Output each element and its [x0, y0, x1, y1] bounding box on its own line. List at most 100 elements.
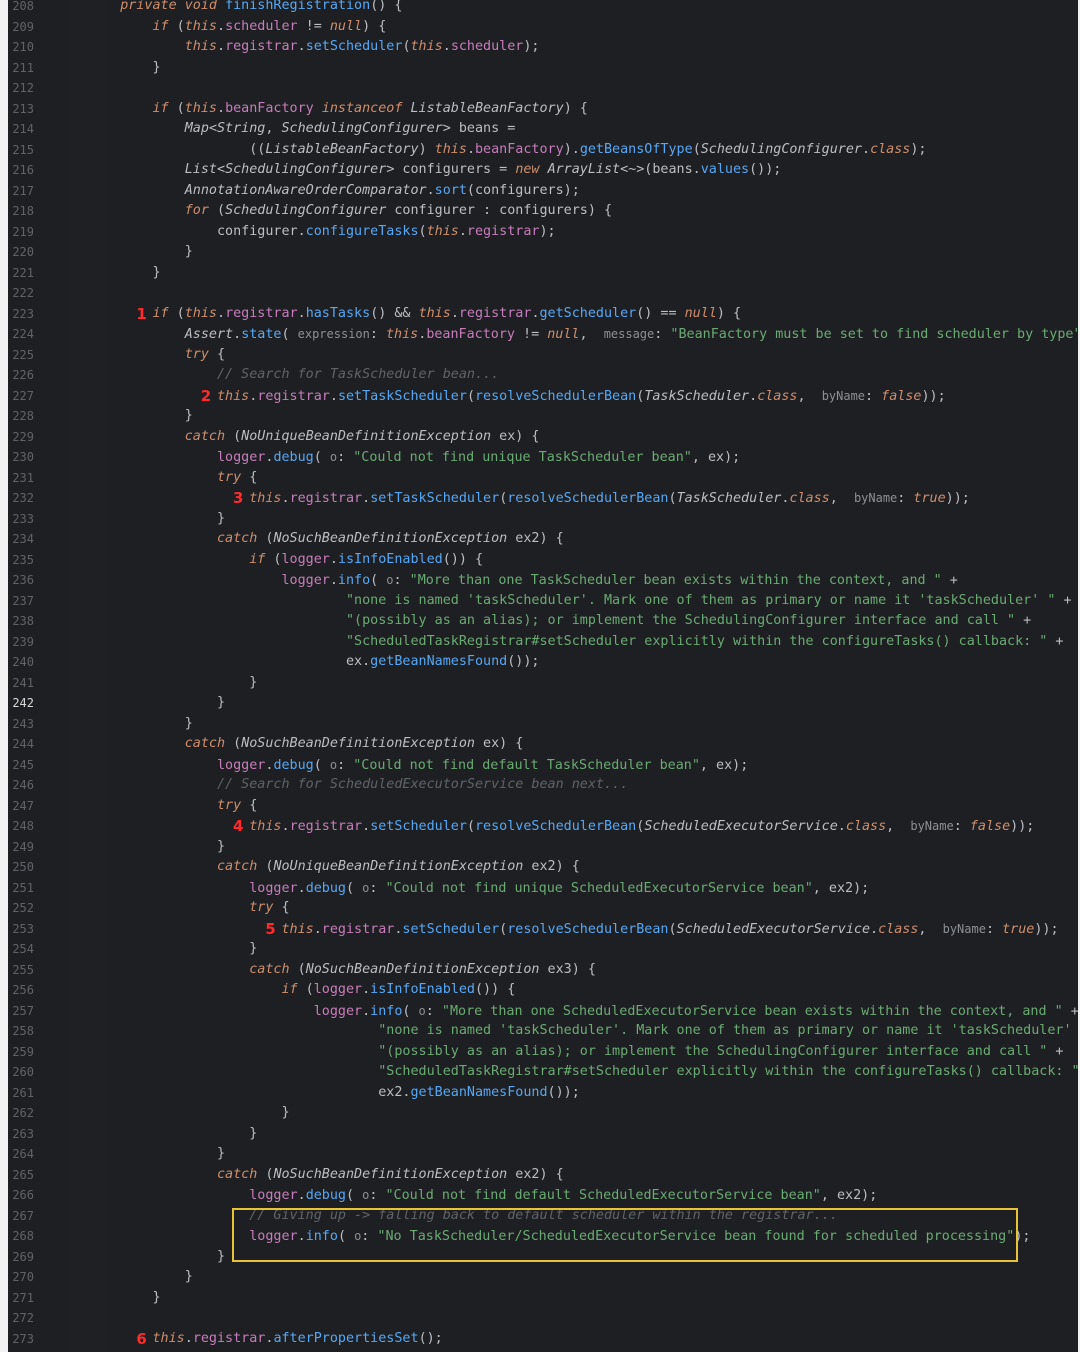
code-line[interactable]: 222 — [8, 283, 1078, 304]
code-line[interactable]: 233 } — [8, 509, 1078, 530]
code-text[interactable]: catch (NoSuchBeanDefinitionException ex2… — [88, 1165, 564, 1186]
code-text[interactable]: ex.getBeanNamesFound()); — [88, 652, 540, 673]
code-text[interactable]: catch (NoSuchBeanDefinitionException ex3… — [88, 960, 596, 981]
code-text[interactable]: List<SchedulingConfigurer> configurers =… — [88, 160, 782, 181]
code-line[interactable]: 219 configurer.configureTasks(this.regis… — [8, 222, 1078, 243]
code-line[interactable]: 240 ex.getBeanNamesFound()); — [8, 652, 1078, 673]
code-text[interactable]: } — [88, 406, 193, 427]
code-line[interactable]: 212 — [8, 78, 1078, 99]
code-text[interactable]: Map<String, SchedulingConfigurer> beans … — [88, 119, 516, 140]
code-text[interactable]: this.registrar.setScheduler(resolveSched… — [88, 919, 1058, 941]
code-line[interactable]: 263 } — [8, 1124, 1078, 1145]
code-line[interactable]: 253 this.registrar.setScheduler(resolveS… — [8, 919, 1078, 940]
code-line[interactable]: 213 if (this.beanFactory instanceof List… — [8, 99, 1078, 120]
code-text[interactable]: } — [88, 509, 225, 530]
code-line[interactable]: 236 logger.info( o: "More than one TaskS… — [8, 570, 1078, 591]
code-text[interactable]: } — [88, 1144, 225, 1165]
code-line[interactable]: 224 Assert.state( expression: this.beanF… — [8, 324, 1078, 345]
code-line[interactable]: 249 } — [8, 837, 1078, 858]
code-text[interactable]: catch (NoUniqueBeanDefinitionException e… — [88, 857, 580, 878]
code-text[interactable]: Assert.state( expression: this.beanFacto… — [88, 324, 1078, 346]
code-line[interactable]: 217 AnnotationAwareOrderComparator.sort(… — [8, 181, 1078, 202]
code-line[interactable]: 257 logger.info( o: "More than one Sched… — [8, 1001, 1078, 1022]
code-line[interactable]: 244 catch (NoSuchBeanDefinitionException… — [8, 734, 1078, 755]
code-line[interactable]: 220 } — [8, 242, 1078, 263]
code-text[interactable]: if (logger.isInfoEnabled()) { — [88, 550, 483, 571]
code-text[interactable]: catch (NoUniqueBeanDefinitionException e… — [88, 427, 540, 448]
code-line[interactable]: 270 } — [8, 1267, 1078, 1288]
code-text[interactable]: try { — [88, 468, 257, 489]
code-line[interactable]: 218 for (SchedulingConfigurer configurer… — [8, 201, 1078, 222]
code-text[interactable]: try { — [88, 345, 225, 366]
code-text[interactable]: } — [88, 242, 193, 263]
code-line[interactable]: 226 // Search for TaskScheduler bean... — [8, 365, 1078, 386]
code-text[interactable]: logger.info( o: "More than one Scheduled… — [88, 1001, 1078, 1023]
code-line[interactable]: 234 catch (NoSuchBeanDefinitionException… — [8, 529, 1078, 550]
code-text[interactable]: } — [88, 58, 160, 79]
code-line[interactable]: 266 logger.debug( o: "Could not find def… — [8, 1185, 1078, 1206]
code-line[interactable]: 246 // Search for ScheduledExecutorServi… — [8, 775, 1078, 796]
code-line[interactable]: 245 logger.debug( o: "Could not find def… — [8, 755, 1078, 776]
code-text[interactable]: this.registrar.setScheduler(this.schedul… — [88, 37, 540, 58]
code-line[interactable]: 242 } — [8, 693, 1078, 714]
code-text[interactable]: } — [88, 673, 257, 694]
code-text[interactable]: } — [88, 714, 193, 735]
code-text[interactable]: logger.debug( o: "Could not find unique … — [88, 447, 740, 469]
code-line[interactable]: 273 this.registrar.afterPropertiesSet();… — [8, 1329, 1078, 1350]
code-text[interactable]: } — [88, 1267, 193, 1288]
code-text[interactable]: } — [88, 837, 225, 858]
code-text[interactable]: logger.info( o: "More than one TaskSched… — [88, 570, 957, 592]
code-text[interactable]: "none is named 'taskScheduler'. Mark one… — [88, 1021, 1078, 1042]
code-text[interactable]: "(possibly as an alias); or implement th… — [88, 611, 1031, 632]
code-text[interactable]: if (this.beanFactory instanceof Listable… — [88, 99, 588, 120]
code-text[interactable]: AnnotationAwareOrderComparator.sort(conf… — [88, 181, 580, 202]
code-line[interactable]: 228 } — [8, 406, 1078, 427]
code-text[interactable]: logger.debug( o: "Could not find default… — [88, 755, 748, 777]
code-text[interactable]: try { — [88, 796, 257, 817]
code-text[interactable]: } — [88, 1103, 289, 1124]
code-text[interactable]: configurer.configureTasks(this.registrar… — [88, 222, 556, 243]
code-text[interactable]: "none is named 'taskScheduler'. Mark one… — [88, 591, 1072, 612]
code-line[interactable]: 230 logger.debug( o: "Could not find uni… — [8, 447, 1078, 468]
code-line[interactable]: 256 if (logger.isInfoEnabled()) { — [8, 980, 1078, 1001]
code-text[interactable]: "(possibly as an alias); or implement th… — [88, 1042, 1063, 1063]
code-line[interactable]: 272 — [8, 1308, 1078, 1329]
code-line[interactable]: 264 } — [8, 1144, 1078, 1165]
code-line[interactable]: 255 catch (NoSuchBeanDefinitionException… — [8, 960, 1078, 981]
code-text[interactable]: if (logger.isInfoEnabled()) { — [88, 980, 515, 1001]
code-line[interactable]: 248 this.registrar.setScheduler(resolveS… — [8, 816, 1078, 837]
code-editor[interactable]: 208 private void finishRegistration() {2… — [8, 0, 1078, 1352]
code-line[interactable]: 221 } — [8, 263, 1078, 284]
code-text[interactable]: this.registrar.setTaskScheduler(resolveS… — [88, 386, 946, 408]
code-line[interactable]: 216 List<SchedulingConfigurer> configure… — [8, 160, 1078, 181]
code-text[interactable]: ex2.getBeanNamesFound()); — [88, 1083, 580, 1104]
code-line[interactable]: 265 catch (NoSuchBeanDefinitionException… — [8, 1165, 1078, 1186]
code-line[interactable]: 250 catch (NoUniqueBeanDefinitionExcepti… — [8, 857, 1078, 878]
code-text[interactable]: private void finishRegistration() { — [88, 0, 402, 17]
code-line[interactable]: 259 "(possibly as an alias); or implemen… — [8, 1042, 1078, 1063]
code-line[interactable]: 214 Map<String, SchedulingConfigurer> be… — [8, 119, 1078, 140]
code-line[interactable]: 254 } — [8, 939, 1078, 960]
code-line[interactable]: 241 } — [8, 673, 1078, 694]
code-text[interactable]: catch (NoSuchBeanDefinitionException ex)… — [88, 734, 524, 755]
code-text[interactable]: if (this.registrar.hasTasks() && this.re… — [88, 304, 742, 325]
code-text[interactable]: try { — [88, 898, 289, 919]
code-line[interactable]: 252 try { — [8, 898, 1078, 919]
code-text[interactable]: for (SchedulingConfigurer configurer : c… — [88, 201, 612, 222]
code-line[interactable]: 210 this.registrar.setScheduler(this.sch… — [8, 37, 1078, 58]
code-line[interactable]: 237 "none is named 'taskScheduler'. Mark… — [8, 591, 1078, 612]
code-text[interactable]: } — [88, 1247, 225, 1268]
code-text[interactable]: ((ListableBeanFactory) this.beanFactory)… — [88, 140, 926, 161]
code-line[interactable]: 260 "ScheduledTaskRegistrar#setScheduler… — [8, 1062, 1078, 1083]
code-line[interactable]: 239 "ScheduledTaskRegistrar#setScheduler… — [8, 632, 1078, 653]
code-text[interactable]: logger.debug( o: "Could not find default… — [88, 1185, 877, 1207]
code-line[interactable]: 251 logger.debug( o: "Could not find uni… — [8, 878, 1078, 899]
code-text[interactable]: this.registrar.setScheduler(resolveSched… — [88, 816, 1034, 838]
code-line[interactable]: 238 "(possibly as an alias); or implemen… — [8, 611, 1078, 632]
code-line[interactable]: 258 "none is named 'taskScheduler'. Mark… — [8, 1021, 1078, 1042]
code-line[interactable]: 229 catch (NoUniqueBeanDefinitionExcepti… — [8, 427, 1078, 448]
code-text[interactable]: // Search for TaskScheduler bean... — [88, 365, 499, 386]
code-line[interactable]: 215 ((ListableBeanFactory) this.beanFact… — [8, 140, 1078, 161]
code-line[interactable]: 232 this.registrar.setTaskScheduler(reso… — [8, 488, 1078, 509]
code-text[interactable]: } — [88, 263, 160, 284]
